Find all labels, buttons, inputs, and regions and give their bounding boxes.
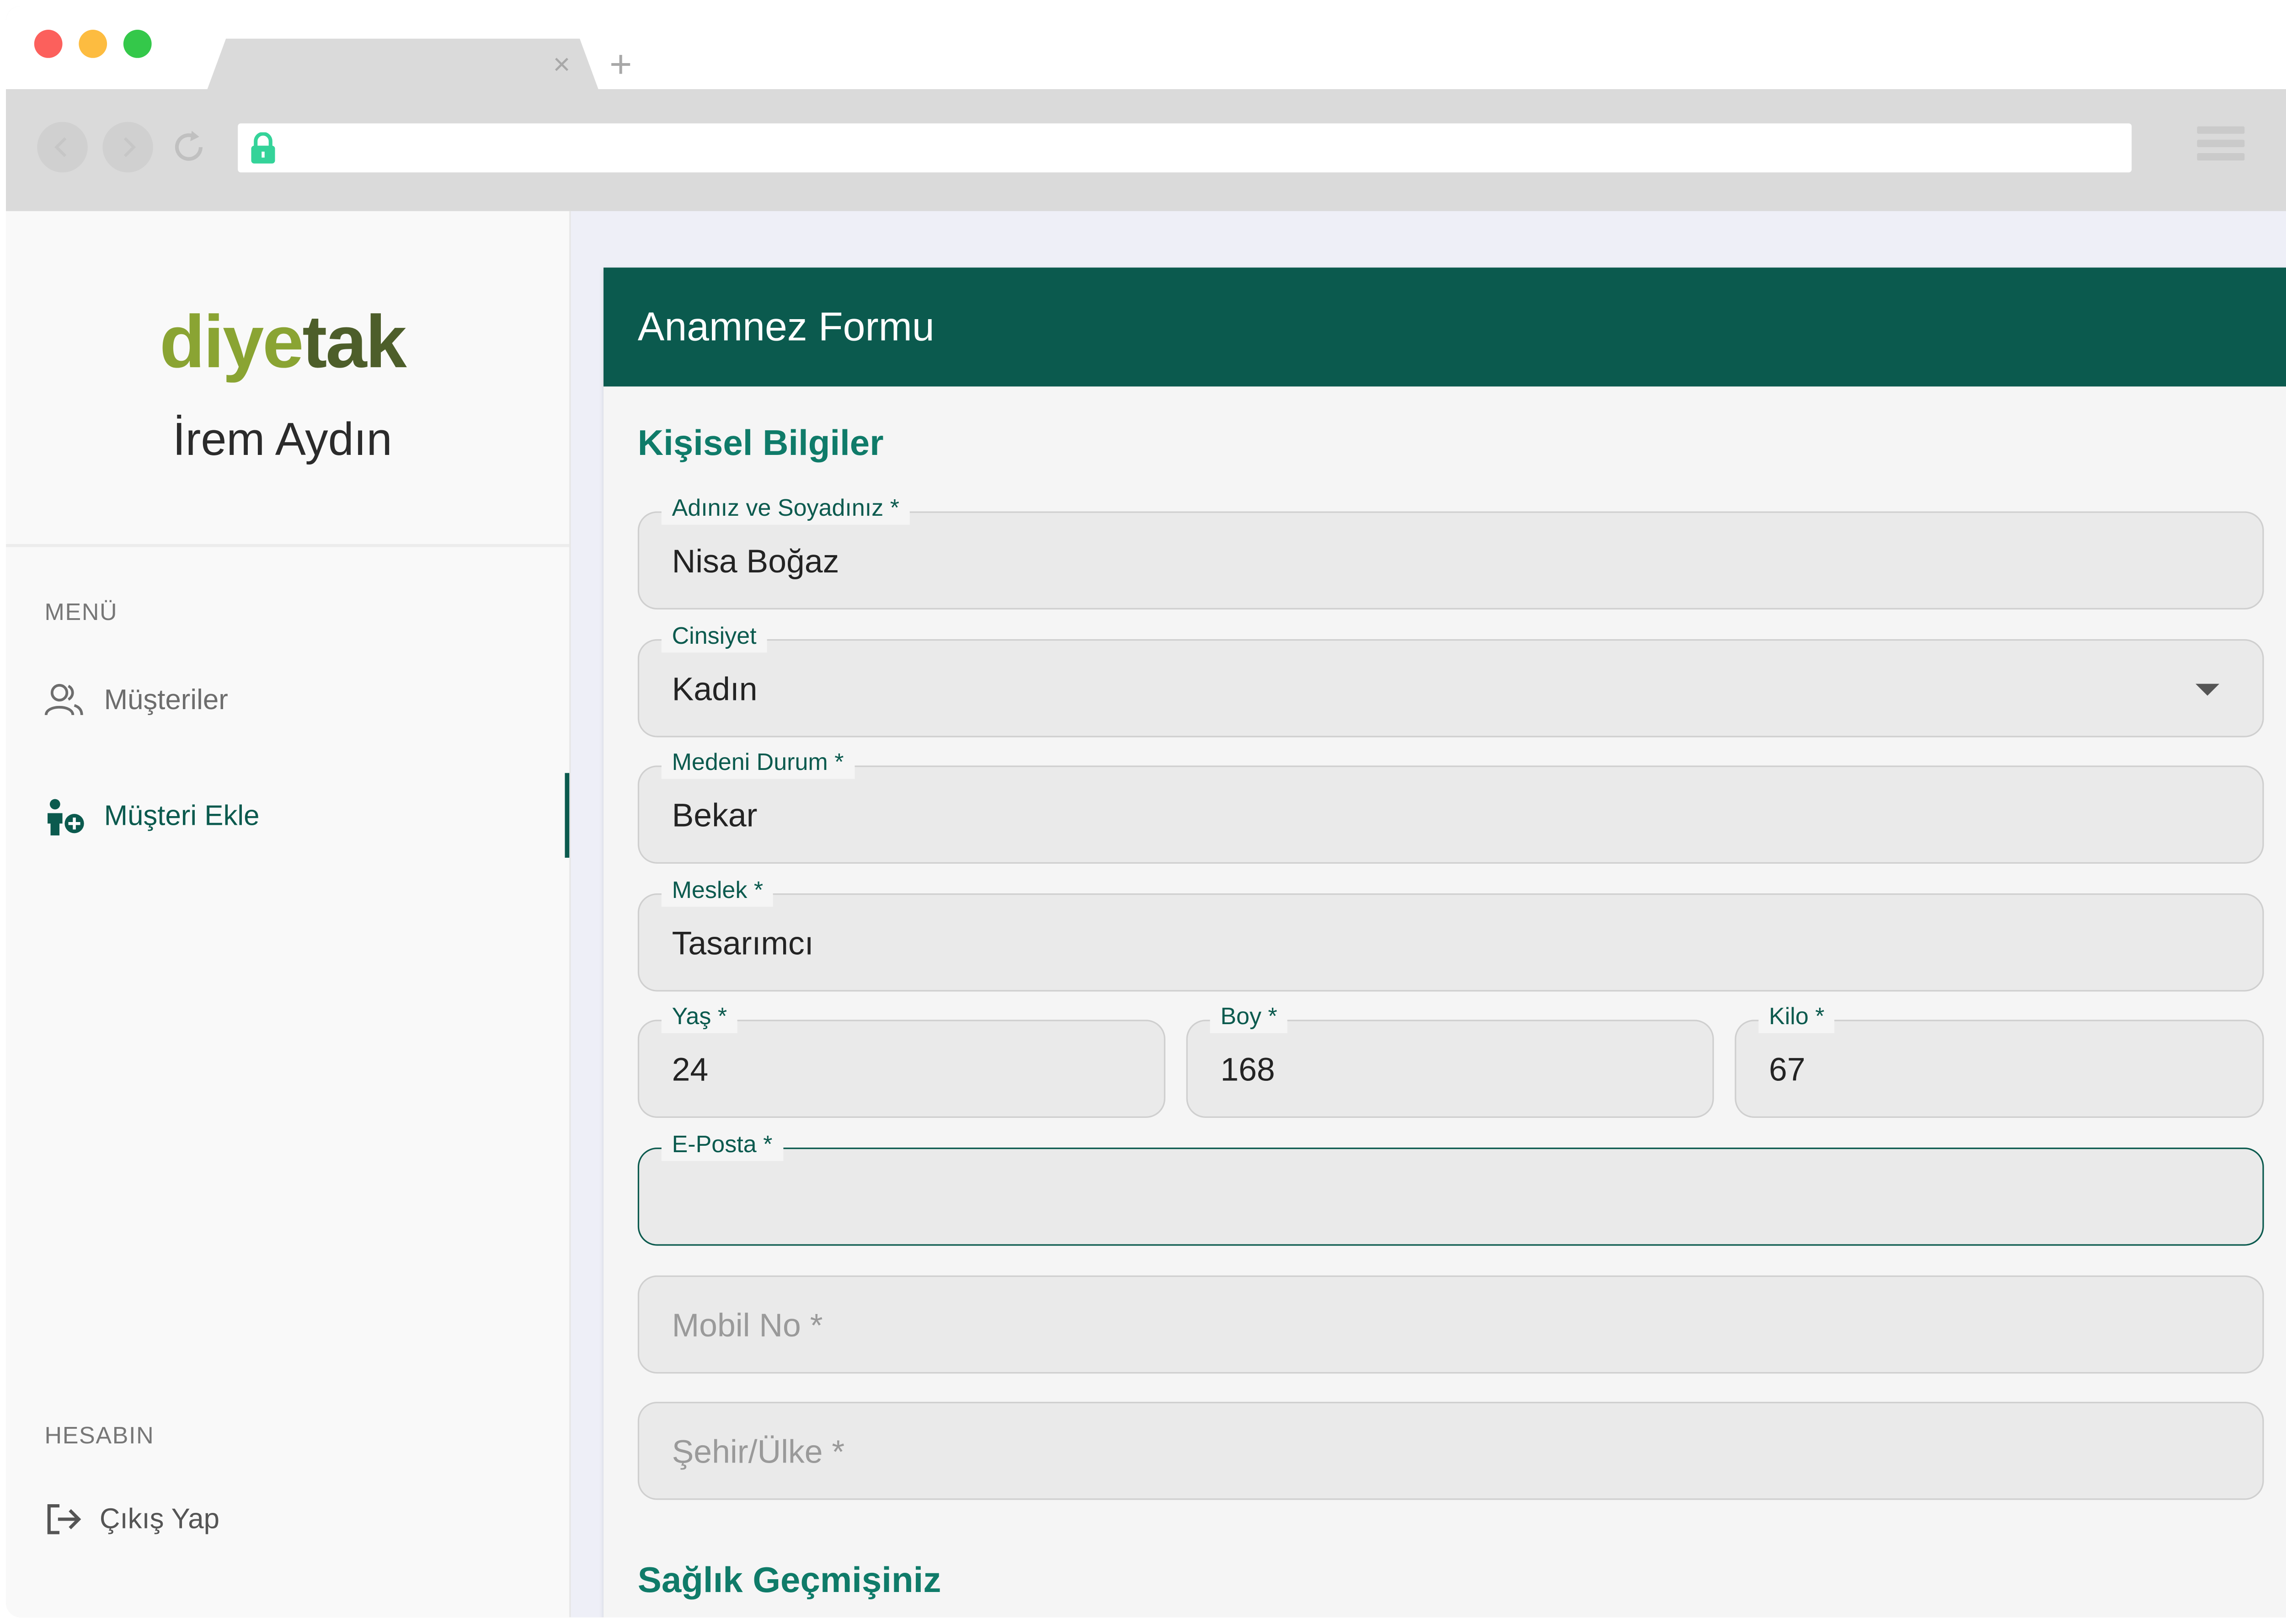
minimize-window-button[interactable]	[79, 30, 107, 58]
new-tab-icon[interactable]: +	[609, 45, 632, 84]
age-field[interactable]: Yaş * 24	[637, 1003, 1166, 1118]
name-field[interactable]: Adınız ve Soyadınız * Nisa Boğaz	[637, 495, 2264, 610]
sidebar-item-musteri-ekle[interactable]: Müşteri Ekle	[45, 792, 550, 843]
field-label: Meslek *	[661, 877, 774, 907]
users-icon	[44, 684, 83, 716]
field-label: Cinsiyet	[661, 623, 767, 653]
browser-screenshot: × + diyetak İrem Aydın MENÜ Müşteriler M…	[0, 0, 2286, 1624]
marital-status-field[interactable]: Medeni Durum * Bekar	[637, 749, 2264, 864]
browser-title-bar: × +	[6, 6, 2286, 96]
account-section-label: HESABIN	[44, 1424, 155, 1450]
sidebar-divider	[6, 544, 570, 547]
field-label: Boy *	[1210, 1003, 1288, 1033]
field-label: E-Posta *	[661, 1131, 783, 1161]
address-bar[interactable]	[238, 123, 2132, 173]
sidebar: diyetak İrem Aydın MENÜ Müşteriler Müşte…	[6, 211, 571, 1618]
height-field[interactable]: Boy * 168	[1186, 1003, 1714, 1118]
field-value: 67	[1769, 1051, 1805, 1088]
field-label: Adınız ve Soyadınız *	[661, 495, 910, 525]
field-label: Medeni Durum *	[661, 749, 855, 779]
logout-label: Çıkış Yap	[99, 1504, 219, 1536]
field-label: Kilo *	[1758, 1003, 1835, 1033]
browser-window: × + diyetak İrem Aydın MENÜ Müşteriler M…	[6, 6, 2286, 1618]
logout-button[interactable]: Çıkış Yap	[45, 1496, 550, 1546]
user-add-icon	[48, 799, 84, 836]
chevron-left-icon	[54, 137, 67, 157]
form-header: Anamnez Formu	[604, 267, 2286, 387]
section-health-title: Sağlık Geçmişiniz	[637, 1560, 941, 1601]
field-value: Bekar	[672, 796, 758, 834]
field-value: 168	[1220, 1051, 1275, 1088]
logout-icon	[47, 1504, 81, 1534]
section-personal-title: Kişisel Bilgiler	[637, 423, 884, 464]
field-value: Kadın	[672, 670, 758, 708]
field-value: 24	[672, 1051, 709, 1088]
maximize-window-button[interactable]	[123, 30, 152, 58]
field-value: Tasarımcı	[672, 924, 814, 962]
reload-icon[interactable]	[170, 128, 208, 167]
close-window-button[interactable]	[34, 30, 63, 58]
tab-close-icon[interactable]: ×	[553, 51, 570, 80]
gender-select[interactable]: Cinsiyet Kadın	[637, 623, 2264, 737]
weight-field[interactable]: Kilo * 67	[1735, 1003, 2264, 1118]
mobile-field[interactable]: Mobil No *	[637, 1275, 2264, 1374]
browser-menu-icon[interactable]	[2197, 126, 2245, 166]
forward-button[interactable]	[102, 122, 153, 173]
sidebar-item-label: Müşteri Ekle	[104, 801, 260, 833]
form-title: Anamnez Formu	[637, 304, 935, 350]
main-content: Anamnez Formu Kişisel Bilgiler Adınız ve…	[571, 211, 2286, 1618]
chevron-right-icon	[123, 137, 136, 157]
browser-tab[interactable]	[205, 38, 601, 96]
logo-text-primary: diye	[159, 300, 304, 384]
sidebar-item-label: Müşteriler	[104, 685, 228, 717]
city-country-field[interactable]: Şehir/Ülke *	[637, 1401, 2264, 1500]
occupation-field[interactable]: Meslek * Tasarımcı	[637, 877, 2264, 992]
user-name: İrem Aydın	[172, 413, 392, 465]
logo-text-secondary: tak	[302, 300, 406, 384]
logo: diyetak	[6, 297, 559, 386]
field-placeholder: Mobil No *	[672, 1306, 823, 1344]
field-value: Nisa Boğaz	[672, 542, 839, 580]
browser-toolbar	[6, 89, 2286, 211]
menu-section-label: MENÜ	[44, 600, 118, 626]
sidebar-item-musteriler[interactable]: Müşteriler	[44, 676, 550, 727]
field-label: Yaş *	[661, 1003, 737, 1033]
dropdown-arrow-icon	[2195, 684, 2220, 696]
back-button[interactable]	[37, 122, 88, 173]
email-field[interactable]: E-Posta *	[637, 1131, 2264, 1246]
active-indicator	[565, 773, 570, 858]
lock-icon	[251, 132, 275, 164]
field-placeholder: Şehir/Ülke *	[672, 1433, 845, 1470]
anamnez-form-card: Anamnez Formu Kişisel Bilgiler Adınız ve…	[604, 267, 2286, 1618]
